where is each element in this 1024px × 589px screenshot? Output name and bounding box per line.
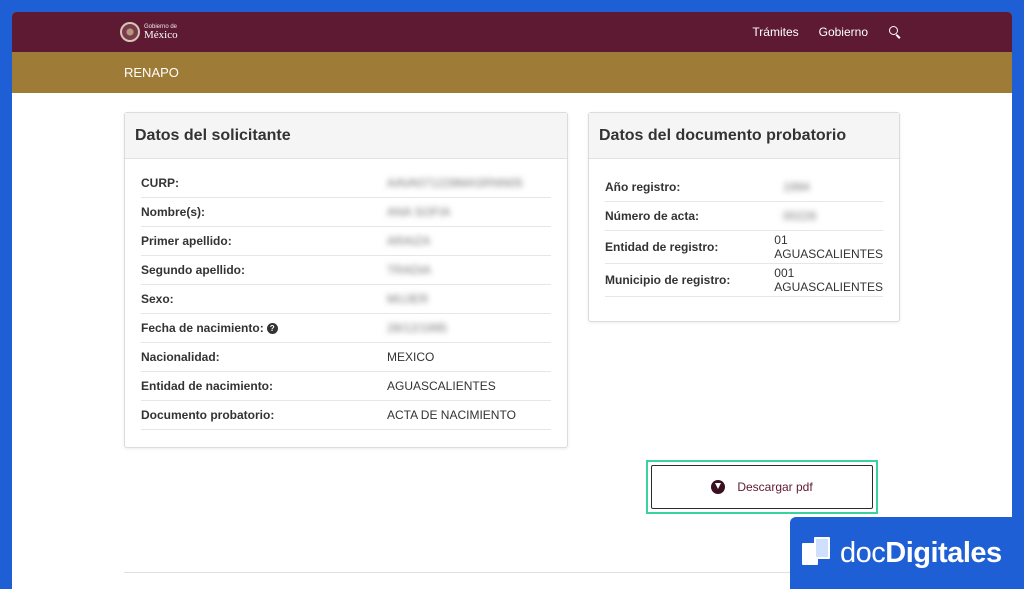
row-segundo-apellido: Segundo apellido: TRADIA (141, 256, 551, 285)
row-municipio-registro: Municipio de registro: 001 AGUASCALIENTE… (605, 264, 883, 297)
help-icon[interactable]: ? (266, 323, 278, 335)
fecha-nacimiento-value: 28/12/1995 (387, 321, 448, 335)
nav-gobierno[interactable]: Gobierno (819, 25, 868, 39)
documents-icon (802, 537, 832, 569)
documento-probatorio-label: Documento probatorio: (141, 408, 275, 422)
entidad-registro-label: Entidad de registro: (605, 240, 719, 254)
row-nombre: Nombre(s): ANA SOFIA (141, 198, 551, 227)
row-fecha-nacimiento: Fecha de nacimiento:? 28/12/1995 (141, 314, 551, 343)
renapo-bar: RENAPO (12, 52, 1012, 93)
nombre-label: Nombre(s): (141, 205, 206, 219)
main-nav: Trámites Gobierno (752, 12, 902, 52)
row-numero-acta: Número de acta: 00226 (605, 202, 883, 231)
primer-apellido-label: Primer apellido: (141, 234, 232, 248)
municipio-registro-code: 001 (774, 266, 795, 280)
anio-registro-label: Año registro: (605, 180, 681, 194)
fecha-nacimiento-label: Fecha de nacimiento: (141, 321, 264, 335)
row-nacionalidad: Nacionalidad: MEXICO (141, 343, 551, 372)
nacionalidad-label: Nacionalidad: (141, 350, 220, 364)
documento-title: Datos del documento probatorio (589, 113, 899, 159)
numero-acta-label: Número de acta: (605, 209, 700, 223)
curp-value: AAVA071228MASRNN05 (387, 176, 523, 190)
row-sexo: Sexo: MUJER (141, 285, 551, 314)
nacionalidad-value: MEXICO (387, 350, 435, 364)
segundo-apellido-value: TRADIA (387, 263, 432, 277)
solicitante-title: Datos del solicitante (125, 113, 567, 159)
row-primer-apellido: Primer apellido: ARAIZA (141, 227, 551, 256)
documento-panel: Datos del documento probatorio Año regis… (588, 112, 900, 322)
docdigitales-watermark: docDigitales (790, 517, 1024, 589)
gobierno-mexico-logo[interactable]: Gobierno de México (120, 22, 178, 42)
search-icon[interactable] (888, 25, 902, 39)
entidad-nacimiento-value: AGUASCALIENTES (387, 379, 496, 393)
logo-big-text: México (144, 28, 178, 41)
descargar-pdf-label: Descargar pdf (737, 480, 813, 494)
anio-registro-value: 1994 (783, 180, 810, 194)
download-icon (711, 480, 726, 494)
row-curp: CURP: AAVA071228MASRNN05 (141, 169, 551, 198)
browser-page: Gobierno de México Trámites Gobierno REN… (12, 12, 1012, 589)
download-highlight: Descargar pdf (646, 460, 878, 514)
row-entidad-nacimiento: Entidad de nacimiento: AGUASCALIENTES (141, 372, 551, 401)
nav-tramites[interactable]: Trámites (752, 25, 798, 39)
brand-prefix: doc (840, 536, 886, 569)
curp-label: CURP: (141, 176, 179, 190)
nombre-value: ANA SOFIA (387, 205, 451, 219)
sexo-value: MUJER (387, 292, 429, 306)
row-documento-probatorio: Documento probatorio: ACTA DE NACIMIENTO (141, 401, 551, 430)
descargar-pdf-button[interactable]: Descargar pdf (651, 465, 873, 509)
sexo-label: Sexo: (141, 292, 174, 306)
entidad-nacimiento-label: Entidad de nacimiento: (141, 379, 274, 393)
row-anio-registro: Año registro: 1994 (605, 173, 883, 202)
row-entidad-registro: Entidad de registro: 01 AGUASCALIENTES (605, 231, 883, 264)
coat-of-arms-icon (120, 22, 140, 42)
numero-acta-value: 00226 (783, 209, 817, 223)
primer-apellido-value: ARAIZA (387, 234, 431, 248)
municipio-registro-label: Municipio de registro: (605, 273, 731, 287)
brand-name: Digitales (885, 536, 1002, 569)
top-navbar: Gobierno de México Trámites Gobierno (12, 12, 1012, 52)
footer-divider (124, 572, 900, 573)
entidad-registro-name: AGUASCALIENTES (774, 247, 883, 261)
renapo-title: RENAPO (124, 65, 179, 80)
entidad-registro-code: 01 (774, 233, 788, 247)
municipio-registro-name: AGUASCALIENTES (774, 280, 883, 294)
documento-probatorio-value: ACTA DE NACIMIENTO (387, 408, 516, 422)
solicitante-panel: Datos del solicitante CURP: AAVA071228MA… (124, 112, 568, 448)
segundo-apellido-label: Segundo apellido: (141, 263, 245, 277)
